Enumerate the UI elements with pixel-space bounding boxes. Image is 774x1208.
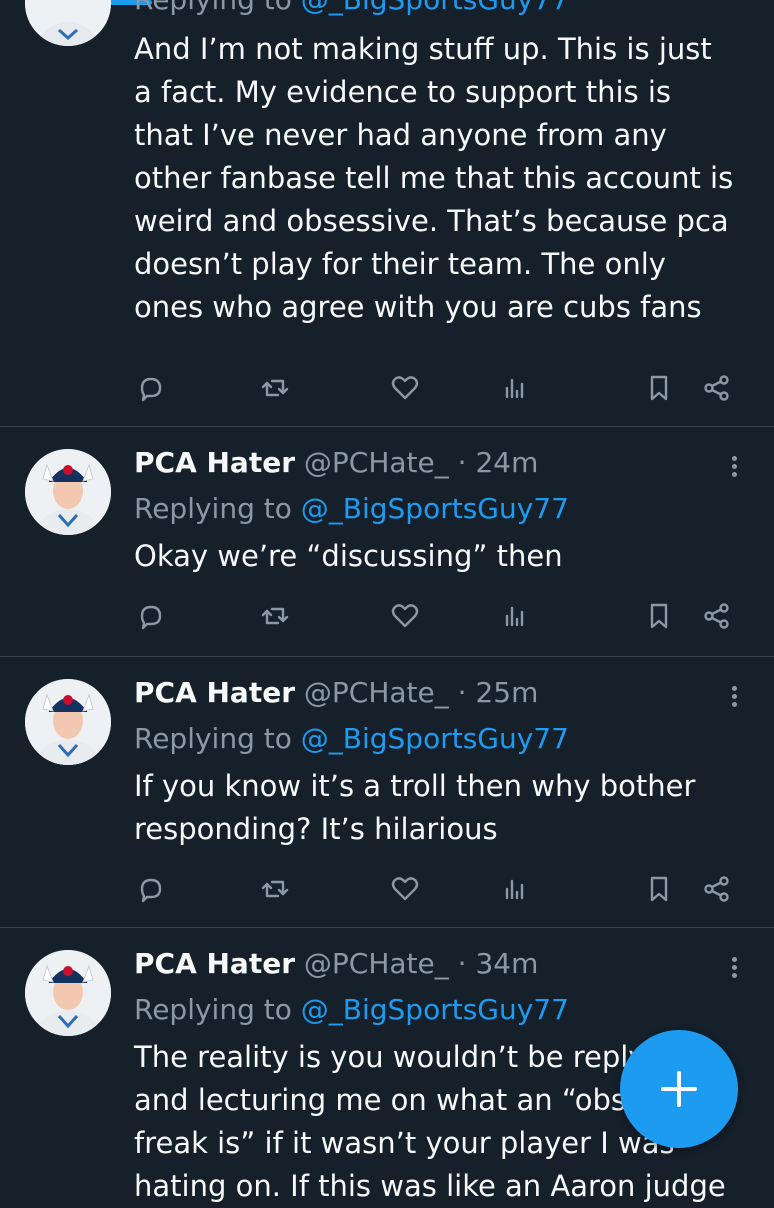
like-icon[interactable]: [388, 371, 422, 405]
tweet[interactable]: PCA Hater @PCHate_ · 25m Replying to @_B…: [0, 657, 774, 928]
views-icon[interactable]: [498, 371, 532, 405]
display-name[interactable]: PCA Hater: [134, 676, 295, 709]
tweet[interactable]: PCA Hater @PCHate_ · 24m Replying to @_B…: [0, 427, 774, 657]
like-icon[interactable]: [388, 872, 422, 906]
bookmark-icon[interactable]: [642, 371, 676, 405]
tweet-actions: [134, 371, 734, 411]
tweet-text: If you know it’s a troll then why bother…: [134, 769, 696, 846]
reply-context: Replying to @_BigSportsGuy77: [134, 990, 754, 1030]
mention-link[interactable]: @_BigSportsGuy77: [301, 492, 569, 525]
timestamp[interactable]: · 25m: [458, 676, 539, 709]
avatar[interactable]: [25, 950, 111, 1036]
reply-prefix: Replying to: [134, 0, 292, 16]
tweet-text: And I’m not making stuff up. This is jus…: [134, 32, 734, 324]
timestamp[interactable]: · 24m: [458, 446, 539, 479]
tweet-header: PCA Hater @PCHate_ · 25m: [134, 673, 734, 713]
avatar[interactable]: [25, 0, 111, 46]
like-icon[interactable]: [388, 599, 422, 633]
reply-icon[interactable]: [134, 371, 168, 405]
compose-button[interactable]: [620, 1030, 738, 1148]
bookmark-icon[interactable]: [642, 872, 676, 906]
avatar[interactable]: [25, 449, 111, 535]
reply-icon[interactable]: [134, 599, 168, 633]
retweet-icon[interactable]: [258, 599, 292, 633]
tweet-text: Okay we’re “discussing” then: [134, 539, 563, 573]
retweet-icon[interactable]: [258, 872, 292, 906]
handle[interactable]: @PCHate_: [304, 676, 449, 709]
mention-link[interactable]: @_BigSportsGuy77: [301, 722, 569, 755]
tweet-header: PCA Hater @PCHate_ · 34m: [134, 944, 754, 984]
tweet-actions: [134, 599, 734, 639]
reply-context: Replying to @_BigSportsGuy77: [134, 489, 734, 529]
handle[interactable]: @PCHate_: [304, 947, 449, 980]
display-name[interactable]: PCA Hater: [134, 446, 295, 479]
reply-prefix: Replying to: [134, 993, 292, 1026]
avatar[interactable]: [25, 679, 111, 765]
views-icon[interactable]: [498, 599, 532, 633]
mention-link[interactable]: @_BigSportsGuy77: [301, 0, 569, 16]
plus-icon: [661, 1071, 697, 1107]
mention-link[interactable]: @_BigSportsGuy77: [301, 993, 569, 1026]
share-icon[interactable]: [700, 371, 734, 405]
reply-icon[interactable]: [134, 872, 168, 906]
more-options-icon[interactable]: [730, 683, 738, 710]
retweet-icon[interactable]: [258, 371, 292, 405]
reply-prefix: Replying to: [134, 492, 292, 525]
more-options-icon[interactable]: [730, 453, 738, 480]
handle[interactable]: @PCHate_: [304, 446, 449, 479]
bookmark-icon[interactable]: [642, 599, 676, 633]
views-icon[interactable]: [498, 872, 532, 906]
reply-context: Replying to @_BigSportsGuy77: [134, 719, 734, 759]
more-options-icon[interactable]: [730, 954, 738, 981]
tweet-actions: [134, 872, 734, 912]
reply-prefix: Replying to: [134, 722, 292, 755]
tweet[interactable]: Replying to @_BigSportsGuy77 And I’m not…: [0, 0, 774, 427]
tweet-header: PCA Hater @PCHate_ · 24m: [134, 443, 734, 483]
reply-context: Replying to @_BigSportsGuy77: [134, 0, 734, 20]
display-name[interactable]: PCA Hater: [134, 947, 295, 980]
share-icon[interactable]: [700, 599, 734, 633]
share-icon[interactable]: [700, 872, 734, 906]
timestamp[interactable]: · 34m: [458, 947, 539, 980]
